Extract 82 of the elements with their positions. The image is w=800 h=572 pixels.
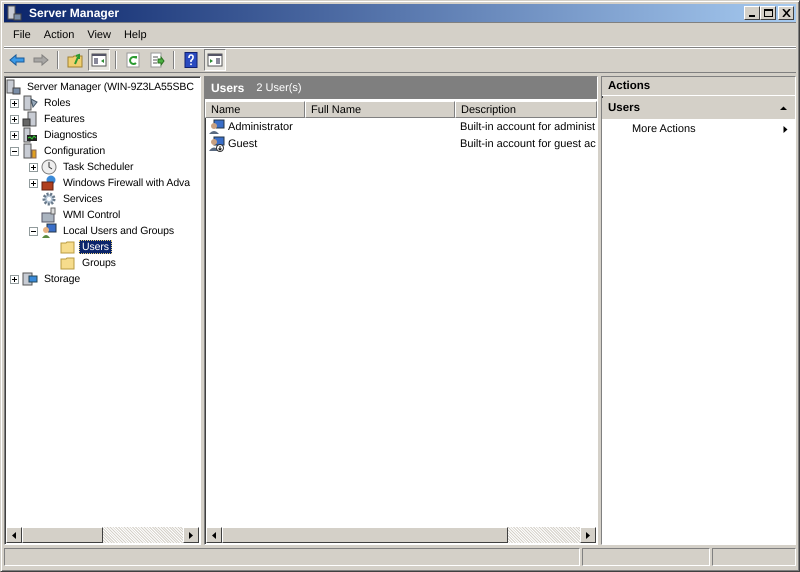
tree-item[interactable]: Users	[79, 240, 112, 254]
tree-item[interactable]: Local Users and Groups	[60, 224, 178, 238]
maximize-icon	[764, 9, 772, 17]
back-arrow-icon	[9, 52, 25, 68]
pane-icon	[207, 52, 223, 68]
actions-header: Actions	[602, 77, 795, 96]
expand-button[interactable]	[10, 130, 19, 140]
pane-icon	[91, 52, 107, 68]
action-link[interactable]: More Actions	[602, 119, 795, 139]
collapse-arrow-icon	[780, 104, 787, 112]
maximize-button[interactable]	[760, 6, 776, 20]
column-header[interactable]: Name	[205, 101, 305, 118]
user-icon	[209, 136, 225, 152]
scroll-right-icon[interactable]	[585, 532, 591, 538]
tree-item[interactable]: Roles	[41, 96, 74, 110]
menu-item[interactable]: File	[8, 27, 39, 43]
folder-up-icon	[67, 52, 83, 68]
tree-item[interactable]: WMI Control	[60, 208, 124, 222]
plus-icon	[30, 180, 37, 186]
menu-item[interactable]: Action	[38, 27, 82, 43]
tree-item[interactable]: Services	[60, 192, 106, 206]
window-title: Server Manager	[29, 6, 120, 20]
server-icon	[22, 111, 38, 127]
plus-icon	[11, 276, 18, 282]
close-icon	[782, 9, 790, 17]
server-icon	[22, 127, 38, 143]
expand-button[interactable]	[29, 162, 38, 172]
firewall-icon	[41, 175, 57, 191]
column-header[interactable]: Description	[455, 101, 597, 118]
toolbar-button[interactable]	[204, 49, 226, 71]
minimize-button[interactable]	[744, 6, 760, 20]
submenu-arrow-icon	[782, 126, 789, 132]
expand-button[interactable]	[10, 274, 19, 284]
horizontal-scrollbar[interactable]	[6, 527, 199, 543]
user-icon	[209, 118, 225, 134]
refresh-icon	[125, 52, 141, 68]
storage-icon	[22, 271, 38, 287]
tree-item[interactable]: Server Manager (WIN-9Z3LA55SBC	[24, 80, 197, 94]
toolbar-button[interactable]	[88, 49, 110, 71]
tree-item[interactable]: Task Scheduler	[60, 160, 136, 174]
tree-item[interactable]: Windows Firewall with Adva	[60, 176, 193, 190]
item-count: 2 User(s)	[256, 82, 302, 94]
pane-title: Users	[211, 81, 244, 95]
folder-icon	[60, 239, 76, 255]
table-cell: Administrator	[228, 120, 293, 132]
plus-icon	[11, 100, 18, 106]
gear-icon	[41, 191, 57, 207]
tree-item[interactable]: Storage	[41, 272, 84, 286]
forward-arrow-icon	[33, 52, 49, 68]
plus-icon	[11, 132, 18, 138]
server-icon	[22, 143, 38, 159]
tree-item[interactable]: Configuration	[41, 144, 108, 158]
close-button[interactable]	[778, 6, 794, 20]
clock-icon	[41, 159, 57, 175]
scroll-right-icon[interactable]	[188, 532, 194, 538]
tree-item[interactable]: Groups	[79, 256, 119, 270]
plus-icon	[11, 116, 18, 122]
expand-button[interactable]	[10, 114, 19, 124]
table-cell: Built-in account for administ	[460, 120, 596, 132]
wmi-icon	[41, 207, 57, 223]
expand-button[interactable]	[10, 98, 19, 108]
menu-item[interactable]: Help	[118, 27, 155, 43]
server-icon	[6, 5, 22, 21]
folder-icon	[60, 255, 76, 271]
server-icon	[5, 79, 21, 95]
table-cell: Guest	[228, 138, 258, 150]
plus-icon	[30, 164, 37, 170]
collapse-button[interactable]	[10, 146, 19, 156]
users-icon	[41, 223, 57, 239]
export-list-icon	[149, 52, 165, 68]
server-icon	[22, 95, 38, 111]
help-icon	[183, 52, 199, 68]
menu-item[interactable]: View	[82, 27, 119, 43]
column-header[interactable]: Full Name	[305, 101, 455, 118]
table-cell: Built-in account for guest ac	[460, 138, 596, 150]
tree-item[interactable]: Features	[41, 112, 88, 126]
scroll-left-icon[interactable]	[11, 532, 17, 538]
horizontal-scrollbar[interactable]	[206, 527, 596, 543]
expand-button[interactable]	[29, 178, 38, 188]
scroll-left-icon[interactable]	[211, 532, 217, 538]
collapse-button[interactable]	[29, 226, 38, 236]
tree-item[interactable]: Diagnostics	[41, 128, 100, 142]
